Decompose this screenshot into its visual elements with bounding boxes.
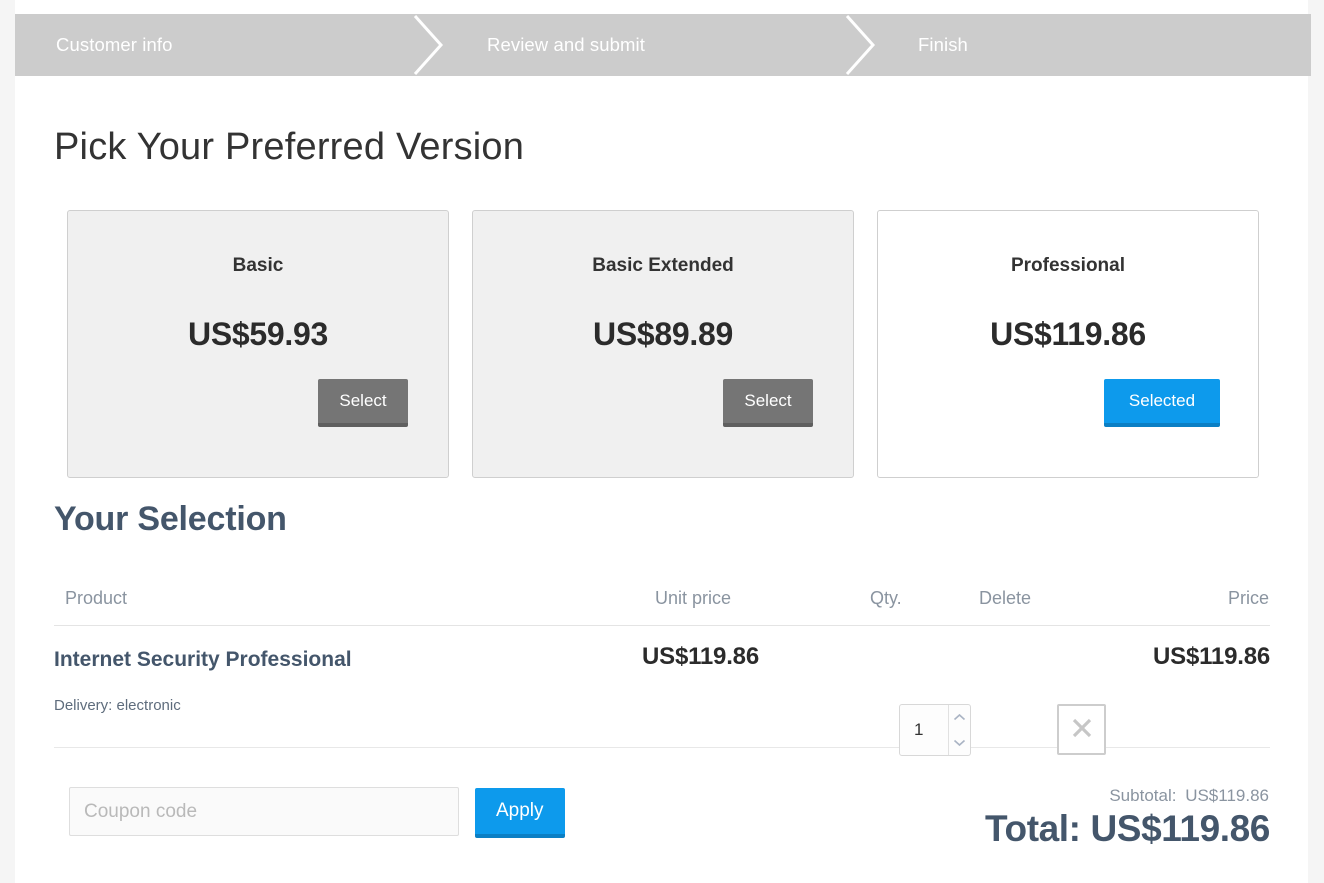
plan-select-button[interactable]: Select — [318, 379, 408, 427]
chevron-up-icon[interactable] — [949, 705, 970, 730]
plan-select-button[interactable]: Select — [723, 379, 813, 427]
stepper-step-label: Customer info — [56, 34, 173, 55]
stepper-step-customer-info[interactable]: Customer info — [56, 14, 172, 76]
stepper-step-review-and-submit[interactable]: Review and submit — [487, 14, 645, 76]
chevron-right-icon — [835, 14, 885, 76]
plan-price: US$89.89 — [593, 316, 733, 352]
plan-name: Professional — [1010, 255, 1126, 276]
plan-name: Basic Extended — [592, 255, 734, 276]
plan-selected-button[interactable]: Selected — [1104, 379, 1220, 427]
table-row: Internet Security Professional Delivery:… — [54, 626, 1270, 756]
coupon-and-totals: Apply Subtotal: US$119.86 Total: US$119.… — [54, 772, 1270, 852]
selection-table: Product Unit price Qty. Delete Price Int… — [54, 574, 1270, 756]
stepper-step-label: Review and submit — [487, 34, 645, 55]
quantity-stepper[interactable] — [899, 704, 971, 756]
column-header-product: Product — [65, 588, 128, 608]
column-header-unit-price: Unit price — [655, 588, 732, 608]
subtotal-value: US$119.86 — [1185, 786, 1269, 805]
column-header-price: Price — [1227, 588, 1269, 608]
column-header-delete: Delete — [979, 588, 1032, 608]
table-header-row: Product Unit price Qty. Delete Price — [54, 574, 1270, 626]
stepper-step-finish[interactable]: Finish — [918, 14, 968, 76]
quantity-input[interactable] — [900, 705, 948, 755]
column-header-qty: Qty. — [870, 588, 902, 608]
stepper-step-label: Finish — [918, 34, 968, 55]
plan-card-basic[interactable]: Basic US$59.93 Select — [67, 210, 449, 478]
subtotal-label: Subtotal: — [1109, 786, 1177, 805]
row-price-value: US$119.86 — [1153, 643, 1270, 670]
plan-name: Basic — [232, 255, 284, 276]
plan-price: US$59.93 — [188, 316, 328, 352]
plan-card-list: Basic US$59.93 Select Basic Extended US$… — [53, 196, 1265, 478]
subtotal: Subtotal: US$119.86 — [1109, 786, 1269, 806]
plan-card-basic-extended[interactable]: Basic Extended US$89.89 Select — [472, 210, 854, 478]
chevron-right-icon — [403, 14, 453, 76]
coupon-input[interactable] — [69, 787, 459, 836]
close-icon — [1071, 717, 1093, 742]
selection-title: Your Selection — [54, 500, 287, 538]
apply-coupon-button[interactable]: Apply — [475, 788, 565, 838]
quantity-spinner[interactable] — [948, 705, 970, 755]
checkout-stepper: Customer info Review and submit Finish — [15, 14, 1311, 76]
chevron-down-icon[interactable] — [949, 730, 970, 755]
delete-item-button[interactable] — [1057, 704, 1106, 755]
checkout-page: Customer info Review and submit Finish P… — [15, 0, 1311, 883]
unit-price-value: US$119.86 — [642, 643, 759, 670]
product-delivery: Delivery: electronic — [54, 697, 181, 714]
total-amount: Total: US$119.86 — [985, 808, 1270, 849]
plan-card-professional[interactable]: Professional US$119.86 Selected — [877, 210, 1259, 478]
product-name: Internet Security Professional — [54, 648, 352, 671]
page-title: Pick Your Preferred Version — [54, 126, 525, 168]
plan-price: US$119.86 — [990, 316, 1146, 352]
